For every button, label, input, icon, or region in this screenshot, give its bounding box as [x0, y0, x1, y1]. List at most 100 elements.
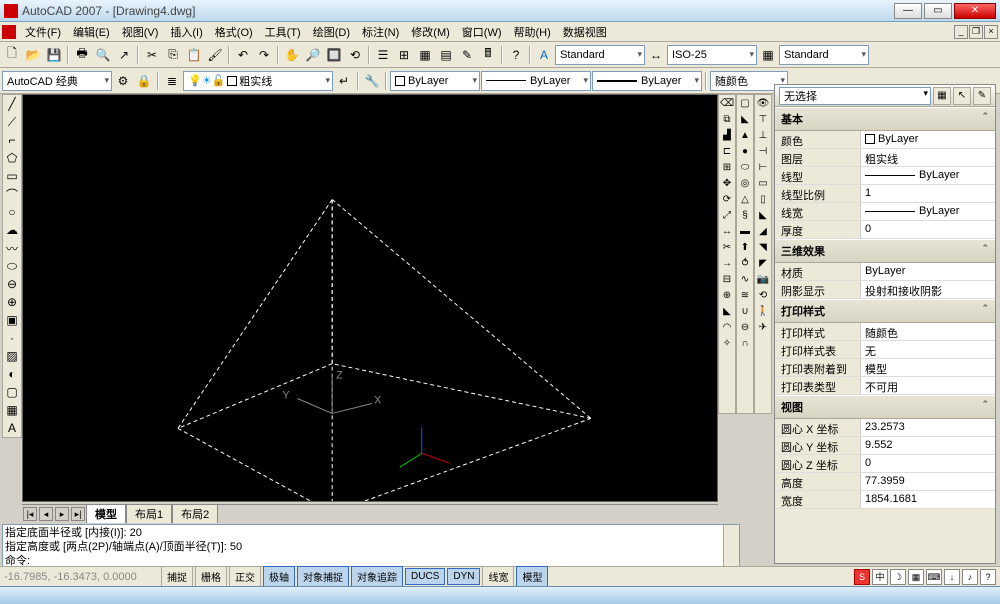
undo-icon[interactable]: ↶ — [233, 45, 253, 65]
mirror-icon[interactable]: ▟ — [719, 127, 735, 143]
rect-icon[interactable]: ▭ — [3, 167, 21, 185]
menu-edit[interactable]: 编辑(E) — [67, 22, 116, 42]
cone-icon[interactable]: ▲ — [737, 127, 753, 143]
tray-item-4[interactable]: ⌨ — [926, 569, 942, 585]
box-icon[interactable]: ▢ — [737, 95, 753, 111]
model-toggle[interactable]: 模型 — [516, 566, 548, 587]
zoom-rt-icon[interactable]: 🔎 — [303, 45, 323, 65]
snap-toggle[interactable]: 捕捉 — [161, 566, 193, 587]
zoom-win-icon[interactable]: 🔲 — [324, 45, 344, 65]
union-icon[interactable]: ∪ — [737, 303, 753, 319]
prop-width-value[interactable]: 1854.1681 — [861, 491, 995, 508]
zoom-prev-icon[interactable]: ⟲ — [345, 45, 365, 65]
pyramid-icon[interactable]: △ — [737, 191, 753, 207]
group-3d[interactable]: 三维效果 — [775, 239, 995, 263]
text-style-combo[interactable]: Standard — [555, 45, 645, 65]
prop-layer-value[interactable]: 粗实线 — [861, 149, 995, 166]
coord-display[interactable]: -16.7985, -16.3473, 0.0000 — [0, 571, 160, 583]
lwt-toggle[interactable]: 线宽 — [482, 566, 514, 587]
toggle-pickadd-icon[interactable]: ✎ — [973, 87, 991, 105]
sweep-icon[interactable]: ∿ — [737, 271, 753, 287]
prop-cz-value[interactable]: 0 — [861, 455, 995, 472]
prop-plotstyle-value[interactable]: 随颜色 — [861, 323, 995, 340]
torus-icon[interactable]: ◎ — [737, 175, 753, 191]
match-icon[interactable]: 🖌 — [205, 45, 225, 65]
loft-icon[interactable]: ≋ — [737, 287, 753, 303]
walk-icon[interactable]: 🚶 — [755, 303, 771, 319]
menu-view[interactable]: 视图(V) — [116, 22, 165, 42]
stretch-icon[interactable]: ↔ — [719, 223, 735, 239]
menu-format[interactable]: 格式(O) — [209, 22, 259, 42]
orbit-icon[interactable]: ⟲ — [755, 287, 771, 303]
menu-window[interactable]: 窗口(W) — [456, 22, 508, 42]
group-general[interactable]: 基本 — [775, 107, 995, 131]
table-style-icon[interactable]: ▦ — [758, 45, 778, 65]
camera-icon[interactable]: 📷 — [755, 271, 771, 287]
mdi-close[interactable]: × — [984, 25, 998, 39]
prop-ltscale-value[interactable]: 1 — [861, 185, 995, 202]
os-taskbar[interactable] — [0, 586, 1000, 604]
insert-icon[interactable]: ⊕ — [3, 293, 21, 311]
layer-mgr-icon[interactable]: ≣ — [162, 71, 182, 91]
drawing-canvas[interactable]: Z X Y — [22, 94, 718, 502]
preview-icon[interactable]: 🔍 — [93, 45, 113, 65]
group-view[interactable]: 视图 — [775, 395, 995, 419]
scale-icon[interactable]: ⤢ — [719, 207, 735, 223]
spline-icon[interactable]: 〰 — [3, 239, 21, 257]
layer-combo[interactable]: 💡☀🔓 粗实线 — [183, 71, 333, 91]
intersect-icon[interactable]: ∩ — [737, 335, 753, 351]
chamfer-icon[interactable]: ◣ — [719, 303, 735, 319]
ws-settings-icon[interactable]: ⚙ — [113, 71, 133, 91]
prop-plottable-value[interactable]: 无 — [861, 341, 995, 358]
pan-icon[interactable]: ✋ — [282, 45, 302, 65]
circle-icon[interactable]: ○ — [3, 203, 21, 221]
tab-layout1[interactable]: 布局1 — [126, 504, 172, 523]
extrude-icon[interactable]: ⬆ — [737, 239, 753, 255]
front-view-icon[interactable]: ▭ — [755, 175, 771, 191]
tray-item-2[interactable]: ☽ — [890, 569, 906, 585]
redo-icon[interactable]: ↷ — [254, 45, 274, 65]
block-icon[interactable]: ▣ — [3, 311, 21, 329]
xline-icon[interactable]: ⟋ — [3, 113, 21, 131]
prop-linetype-value[interactable]: ByLayer — [861, 167, 995, 184]
tab-nav-prev[interactable]: ◂ — [39, 507, 53, 521]
command-window[interactable]: 指定底面半径或 [内接(I)]: 20 指定高度或 [两点(2P)/轴端点(A)… — [2, 524, 740, 572]
menu-dataview[interactable]: 数据视图 — [557, 22, 613, 42]
ellipse-icon[interactable]: ⬭ — [3, 257, 21, 275]
props-icon[interactable]: ☰ — [373, 45, 393, 65]
cylinder-icon[interactable]: ⬭ — [737, 159, 753, 175]
region-icon[interactable]: ▢ — [3, 383, 21, 401]
grid-toggle[interactable]: 栅格 — [195, 566, 227, 587]
minimize-button[interactable]: — — [894, 3, 922, 19]
open-icon[interactable]: 📂 — [23, 45, 43, 65]
offset-icon[interactable]: ⊏ — [719, 143, 735, 159]
osnap-toggle[interactable]: 对象捕捉 — [297, 566, 349, 587]
mdi-min[interactable]: _ — [954, 25, 968, 39]
dyn-toggle[interactable]: DYN — [447, 568, 480, 585]
ducs-toggle[interactable]: DUCS — [405, 568, 445, 585]
cmd-scrollbar[interactable] — [723, 525, 739, 571]
calc-icon[interactable]: 🖩 — [478, 45, 498, 65]
quick-select-icon[interactable]: ▦ — [933, 87, 951, 105]
copy-icon[interactable]: ⎘ — [163, 45, 183, 65]
right-view-icon[interactable]: ⊢ — [755, 159, 771, 175]
color-combo[interactable]: ByLayer — [390, 71, 480, 91]
tab-model[interactable]: 模型 — [86, 504, 126, 523]
ws-lock-icon[interactable]: 🔒 — [134, 71, 154, 91]
named-views-icon[interactable]: 👁 — [755, 95, 771, 111]
fly-icon[interactable]: ✈ — [755, 319, 771, 335]
menu-dim[interactable]: 标注(N) — [356, 22, 405, 42]
menu-tools[interactable]: 工具(T) — [259, 22, 307, 42]
paste-icon[interactable]: 📋 — [184, 45, 204, 65]
dc-icon[interactable]: ⊞ — [394, 45, 414, 65]
linetype-combo[interactable]: ByLayer — [481, 71, 591, 91]
dim-style-icon[interactable]: ↔ — [646, 45, 666, 65]
group-plot[interactable]: 打印样式 — [775, 299, 995, 323]
selection-combo[interactable]: 无选择 — [779, 87, 931, 105]
bottom-view-icon[interactable]: ⊥ — [755, 127, 771, 143]
menu-file[interactable]: 文件(F) — [19, 22, 67, 42]
tray-item-3[interactable]: ▦ — [908, 569, 924, 585]
prop-color-value[interactable]: ByLayer — [861, 131, 995, 148]
help-icon[interactable]: ? — [506, 45, 526, 65]
prop-cy-value[interactable]: 9.552 — [861, 437, 995, 454]
